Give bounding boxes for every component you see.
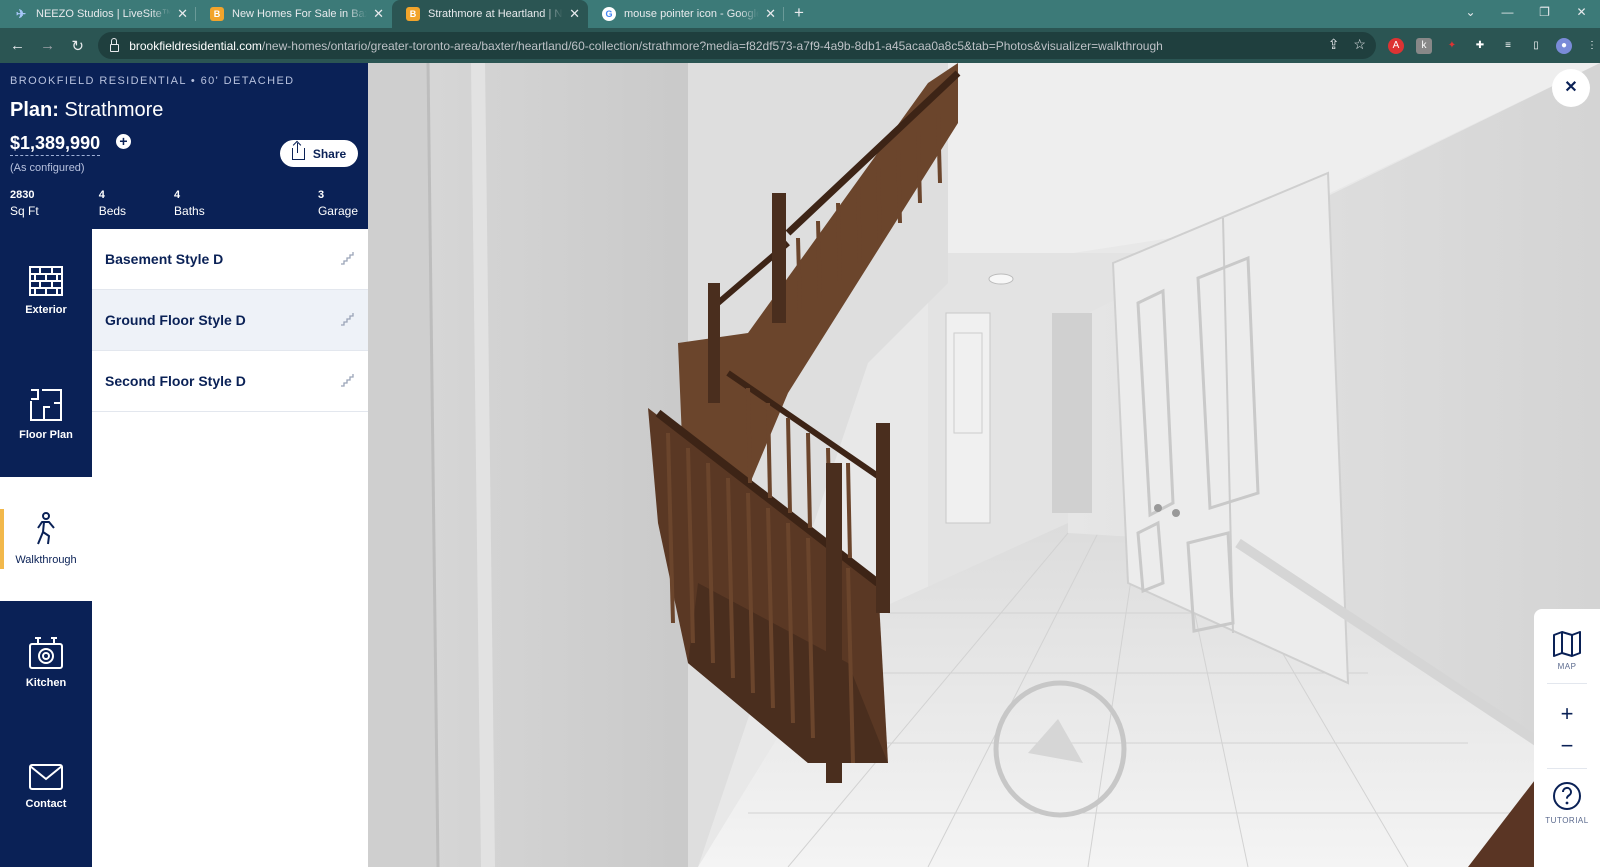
floor-list: Basement Style D Ground Floor Style D Se… (92, 229, 368, 867)
nav-item-exterior[interactable]: Exterior (0, 229, 92, 353)
stairs-icon (341, 313, 354, 326)
close-tab-icon[interactable]: ✕ (177, 6, 188, 22)
extension-icon[interactable]: A (1387, 37, 1404, 54)
browser-tab[interactable]: B New Homes For Sale in Baxter | ✕ (196, 0, 392, 28)
tutorial-button[interactable]: TUTORIAL (1534, 769, 1600, 825)
address-bar[interactable]: brookfieldresidential.com/new-homes/onta… (98, 32, 1376, 59)
new-tab-button[interactable]: + (784, 0, 814, 28)
close-tab-icon[interactable]: ✕ (373, 6, 384, 22)
stove-icon (29, 637, 63, 669)
tab-search-icon[interactable]: ⌄ (1452, 0, 1489, 28)
walking-person-icon (37, 512, 55, 545)
stat-beds: 4 Beds (98, 189, 127, 218)
page: BROOKFIELD RESIDENTIAL • 60' DETACHED Pl… (0, 63, 1600, 867)
restore-icon[interactable]: ❐ (1526, 0, 1563, 28)
stairs-icon (341, 252, 354, 265)
browser-tab-active[interactable]: B Strathmore at Heartland | New H ✕ (392, 0, 588, 28)
back-icon[interactable]: ← (5, 37, 30, 54)
zoom-in-button[interactable]: + (1534, 698, 1600, 730)
close-window-icon[interactable]: ✕ (1563, 0, 1600, 28)
bookmark-star-icon[interactable]: ☆ (1353, 36, 1366, 53)
brick-wall-icon (29, 266, 63, 296)
walkthrough-scene (368, 63, 1600, 867)
plan-title: Plan: Strathmore (10, 99, 164, 121)
envelope-icon (29, 764, 63, 790)
puzzle-icon[interactable]: ✚ (1472, 38, 1488, 54)
reload-icon[interactable]: ↻ (65, 37, 90, 55)
lock-icon[interactable] (110, 37, 120, 52)
stat-baths: 4 Baths (174, 189, 205, 218)
floor-item-second[interactable]: Second Floor Style D (92, 351, 368, 412)
neezo-icon: ✈ (15, 7, 27, 21)
brookfield-icon: B (210, 7, 224, 21)
plus-circle-icon[interactable]: + (116, 134, 131, 149)
browser-toolbar: ← → ↻ brookfieldresidential.com/new-home… (0, 28, 1600, 63)
menu-kebab-icon[interactable]: ⋮ (1584, 38, 1600, 54)
plan-price[interactable]: $1,389,990 (10, 133, 101, 156)
forward-icon[interactable]: → (35, 37, 60, 54)
floor-plan-icon (30, 389, 62, 421)
extension-icon[interactable]: k (1415, 37, 1432, 54)
floor-item-ground[interactable]: Ground Floor Style D (92, 290, 368, 351)
walkthrough-viewport[interactable] (368, 63, 1600, 867)
brookfield-icon: B (406, 7, 420, 21)
stat-garage: 3 Garage (317, 189, 358, 218)
window-controls: ⌄ — ❐ ✕ (1452, 0, 1600, 28)
plan-eyebrow: BROOKFIELD RESIDENTIAL • 60' DETACHED (10, 75, 295, 87)
avatar[interactable]: ● (1555, 37, 1572, 54)
zoom-out-button[interactable]: − (1534, 730, 1600, 762)
side-panel-icon[interactable]: ▯ (1528, 38, 1544, 54)
browser-tab[interactable]: ✈ NEEZO Studios | LiveSite™ - 3D I ✕ (0, 0, 196, 28)
close-tab-icon[interactable]: ✕ (765, 6, 776, 22)
stat-sqft: 2830 Sq Ft (10, 189, 39, 218)
extension-icon[interactable]: ✦ (1444, 38, 1460, 54)
share-button[interactable]: Share (280, 140, 358, 167)
close-button[interactable]: ✕ (1552, 69, 1590, 107)
stairs-icon (341, 374, 354, 387)
question-circle-icon (1553, 782, 1581, 810)
share-page-icon[interactable]: ⇪ (1328, 36, 1340, 53)
google-icon: G (602, 7, 616, 21)
nav-item-walkthrough[interactable]: Walkthrough (0, 477, 92, 601)
price-note: (As configured) (10, 162, 85, 174)
side-navigation: Exterior Floor Plan Walkthrough Kitchen … (0, 229, 92, 867)
nav-item-kitchen[interactable]: Kitchen (0, 601, 92, 725)
plan-header: BROOKFIELD RESIDENTIAL • 60' DETACHED Pl… (0, 63, 368, 229)
share-icon (291, 142, 305, 160)
media-list-icon[interactable]: ≡ (1500, 38, 1516, 54)
floor-item-basement[interactable]: Basement Style D (92, 229, 368, 290)
map-icon (1553, 631, 1581, 657)
browser-tab-strip: ✈ NEEZO Studios | LiveSite™ - 3D I ✕ B N… (0, 0, 1600, 28)
nav-item-floor-plan[interactable]: Floor Plan (0, 353, 92, 477)
minimize-icon[interactable]: — (1489, 0, 1526, 28)
map-button[interactable]: MAP (1534, 609, 1600, 683)
viewer-tools: MAP + − TUTORIAL (1534, 609, 1600, 867)
plan-stats: 2830 Sq Ft 4 Beds 4 Baths 3 Garage (10, 187, 358, 219)
close-tab-icon[interactable]: ✕ (569, 6, 580, 22)
close-icon: ✕ (1564, 79, 1578, 96)
browser-tab[interactable]: G mouse pointer icon - Google Se ✕ (588, 0, 784, 28)
extensions-area: A k ✦ ✚ ≡ ▯ ● ⋮ (1387, 37, 1600, 54)
nav-item-contact[interactable]: Contact (0, 725, 92, 849)
